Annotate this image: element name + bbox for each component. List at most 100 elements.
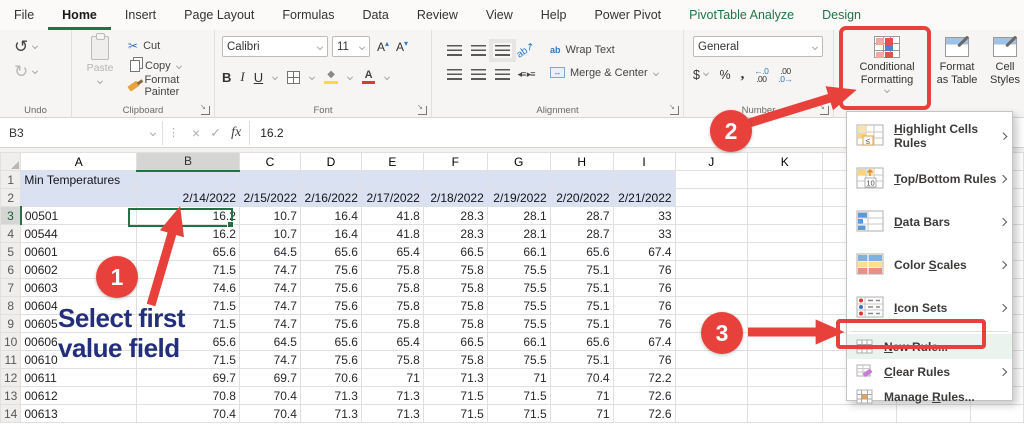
cell[interactable]: 75.1 bbox=[550, 261, 613, 279]
col-header[interactable]: K bbox=[748, 153, 822, 171]
col-header[interactable]: D bbox=[300, 153, 361, 171]
cell[interactable] bbox=[675, 351, 747, 369]
cancel-icon[interactable]: × bbox=[192, 125, 200, 141]
alignment-dialog-launcher[interactable] bbox=[670, 106, 679, 115]
cell[interactable]: 67.4 bbox=[613, 333, 675, 351]
station-id-cell[interactable]: 00544 bbox=[21, 225, 137, 243]
font-dialog-launcher[interactable] bbox=[418, 106, 427, 115]
menu-item-manage-rules[interactable]: Manage Rules... bbox=[847, 384, 1012, 409]
enter-icon[interactable]: ✓ bbox=[210, 125, 221, 141]
cell[interactable] bbox=[748, 387, 822, 405]
row-header[interactable]: 14 bbox=[1, 405, 21, 423]
menu-item-icon-sets[interactable]: Icon Sets bbox=[847, 286, 1012, 329]
cell[interactable] bbox=[487, 171, 550, 189]
cell[interactable]: 65.6 bbox=[300, 243, 361, 261]
format-as-table-button[interactable]: Format as Table bbox=[933, 33, 981, 87]
cell[interactable]: 75.1 bbox=[550, 315, 613, 333]
cell[interactable] bbox=[675, 261, 747, 279]
tab-insert[interactable]: Insert bbox=[111, 0, 170, 30]
cell[interactable]: 16.2 bbox=[137, 225, 240, 243]
cell[interactable] bbox=[361, 171, 423, 189]
cell[interactable]: 71 bbox=[487, 369, 550, 387]
cell[interactable]: 75.5 bbox=[487, 315, 550, 333]
cell[interactable]: 10.7 bbox=[239, 225, 300, 243]
cell[interactable] bbox=[748, 189, 822, 207]
tab-page-layout[interactable]: Page Layout bbox=[170, 0, 268, 30]
cell[interactable]: 66.1 bbox=[487, 243, 550, 261]
number-dialog-launcher[interactable] bbox=[820, 106, 829, 115]
cell[interactable]: 75.8 bbox=[361, 297, 423, 315]
cell[interactable]: 76 bbox=[613, 279, 675, 297]
cell[interactable]: 75.5 bbox=[487, 279, 550, 297]
cell[interactable]: 71 bbox=[550, 387, 613, 405]
align-left-icon[interactable] bbox=[447, 69, 462, 80]
wrap-text-button[interactable]: abWrap Text bbox=[550, 38, 659, 61]
tab-file[interactable]: File bbox=[0, 0, 48, 30]
cell[interactable]: 71.5 bbox=[423, 387, 487, 405]
cell[interactable]: 28.1 bbox=[487, 207, 550, 225]
cell[interactable] bbox=[613, 171, 675, 189]
cell[interactable]: 41.8 bbox=[361, 225, 423, 243]
chevron-down-icon[interactable] bbox=[32, 68, 38, 74]
cell[interactable]: 16.4 bbox=[300, 225, 361, 243]
cell[interactable]: 75.1 bbox=[550, 297, 613, 315]
cell[interactable] bbox=[675, 297, 747, 315]
row-header[interactable]: 10 bbox=[1, 333, 21, 351]
cell[interactable]: 70.4 bbox=[550, 369, 613, 387]
cell[interactable] bbox=[675, 369, 747, 387]
cell[interactable]: 65.6 bbox=[137, 243, 240, 261]
cell[interactable]: 75.8 bbox=[423, 297, 487, 315]
cell[interactable]: 75.8 bbox=[423, 315, 487, 333]
cell[interactable]: 76 bbox=[613, 261, 675, 279]
row-header[interactable]: 6 bbox=[1, 261, 21, 279]
row-header[interactable]: 2 bbox=[1, 189, 21, 207]
chevron-down-icon[interactable] bbox=[32, 43, 38, 49]
increase-font-size-button[interactable]: A▴ bbox=[377, 39, 389, 54]
row-header[interactable]: 13 bbox=[1, 387, 21, 405]
col-header[interactable]: J bbox=[675, 153, 747, 171]
col-header[interactable]: C bbox=[239, 153, 300, 171]
cell[interactable]: 75.1 bbox=[550, 279, 613, 297]
align-top-icon[interactable] bbox=[447, 45, 462, 56]
cell[interactable] bbox=[675, 279, 747, 297]
format-painter-button[interactable]: Format Painter bbox=[128, 76, 214, 96]
cell[interactable] bbox=[748, 261, 822, 279]
cell[interactable]: 71.3 bbox=[300, 387, 361, 405]
cell[interactable]: 66.1 bbox=[487, 333, 550, 351]
cell[interactable]: 76 bbox=[613, 297, 675, 315]
col-header[interactable]: G bbox=[487, 153, 550, 171]
cell[interactable]: 33 bbox=[613, 207, 675, 225]
font-name-combobox[interactable]: Calibri bbox=[222, 36, 328, 57]
cell[interactable] bbox=[300, 171, 361, 189]
cell[interactable]: 70.4 bbox=[239, 405, 300, 423]
merge-center-button[interactable]: ↔Merge & Center bbox=[550, 61, 659, 84]
font-color-button[interactable]: A bbox=[362, 70, 375, 85]
chevron-down-icon[interactable] bbox=[347, 74, 353, 80]
cell[interactable]: 71.3 bbox=[300, 405, 361, 423]
indent-icons[interactable]: ◂≡ ▸≡ bbox=[517, 69, 534, 80]
cell[interactable]: 28.3 bbox=[423, 225, 487, 243]
cell[interactable]: 69.7 bbox=[239, 369, 300, 387]
insert-function-icon[interactable]: fx bbox=[231, 125, 241, 141]
orientation-icon[interactable]: ab↗ bbox=[515, 40, 537, 60]
cell[interactable]: 75.8 bbox=[361, 279, 423, 297]
redo-button[interactable]: ↻ bbox=[14, 62, 38, 82]
clipboard-dialog-launcher[interactable] bbox=[201, 106, 210, 115]
cell[interactable] bbox=[675, 225, 747, 243]
cut-button[interactable]: ✂Cut bbox=[128, 36, 214, 56]
cell[interactable]: 67.4 bbox=[613, 243, 675, 261]
row-header[interactable]: 7 bbox=[1, 279, 21, 297]
date-header-cell[interactable]: 2/15/2022 bbox=[239, 189, 300, 207]
number-format-combobox[interactable]: General bbox=[693, 36, 823, 57]
cell[interactable]: 69.7 bbox=[137, 369, 240, 387]
menu-item-top-bottom-rules[interactable]: 10 Top/Bottom Rules bbox=[847, 157, 1012, 200]
increase-decimal-button[interactable]: ←.0.00 bbox=[754, 67, 768, 83]
cell[interactable]: 71 bbox=[550, 405, 613, 423]
station-id-cell[interactable]: 00501 bbox=[21, 207, 137, 225]
cell[interactable]: 72.6 bbox=[613, 387, 675, 405]
cell[interactable]: 65.6 bbox=[550, 333, 613, 351]
cell[interactable]: 75.8 bbox=[361, 261, 423, 279]
align-middle-icon[interactable] bbox=[471, 45, 486, 56]
row-header[interactable]: 12 bbox=[1, 369, 21, 387]
cell[interactable]: 65.6 bbox=[550, 243, 613, 261]
